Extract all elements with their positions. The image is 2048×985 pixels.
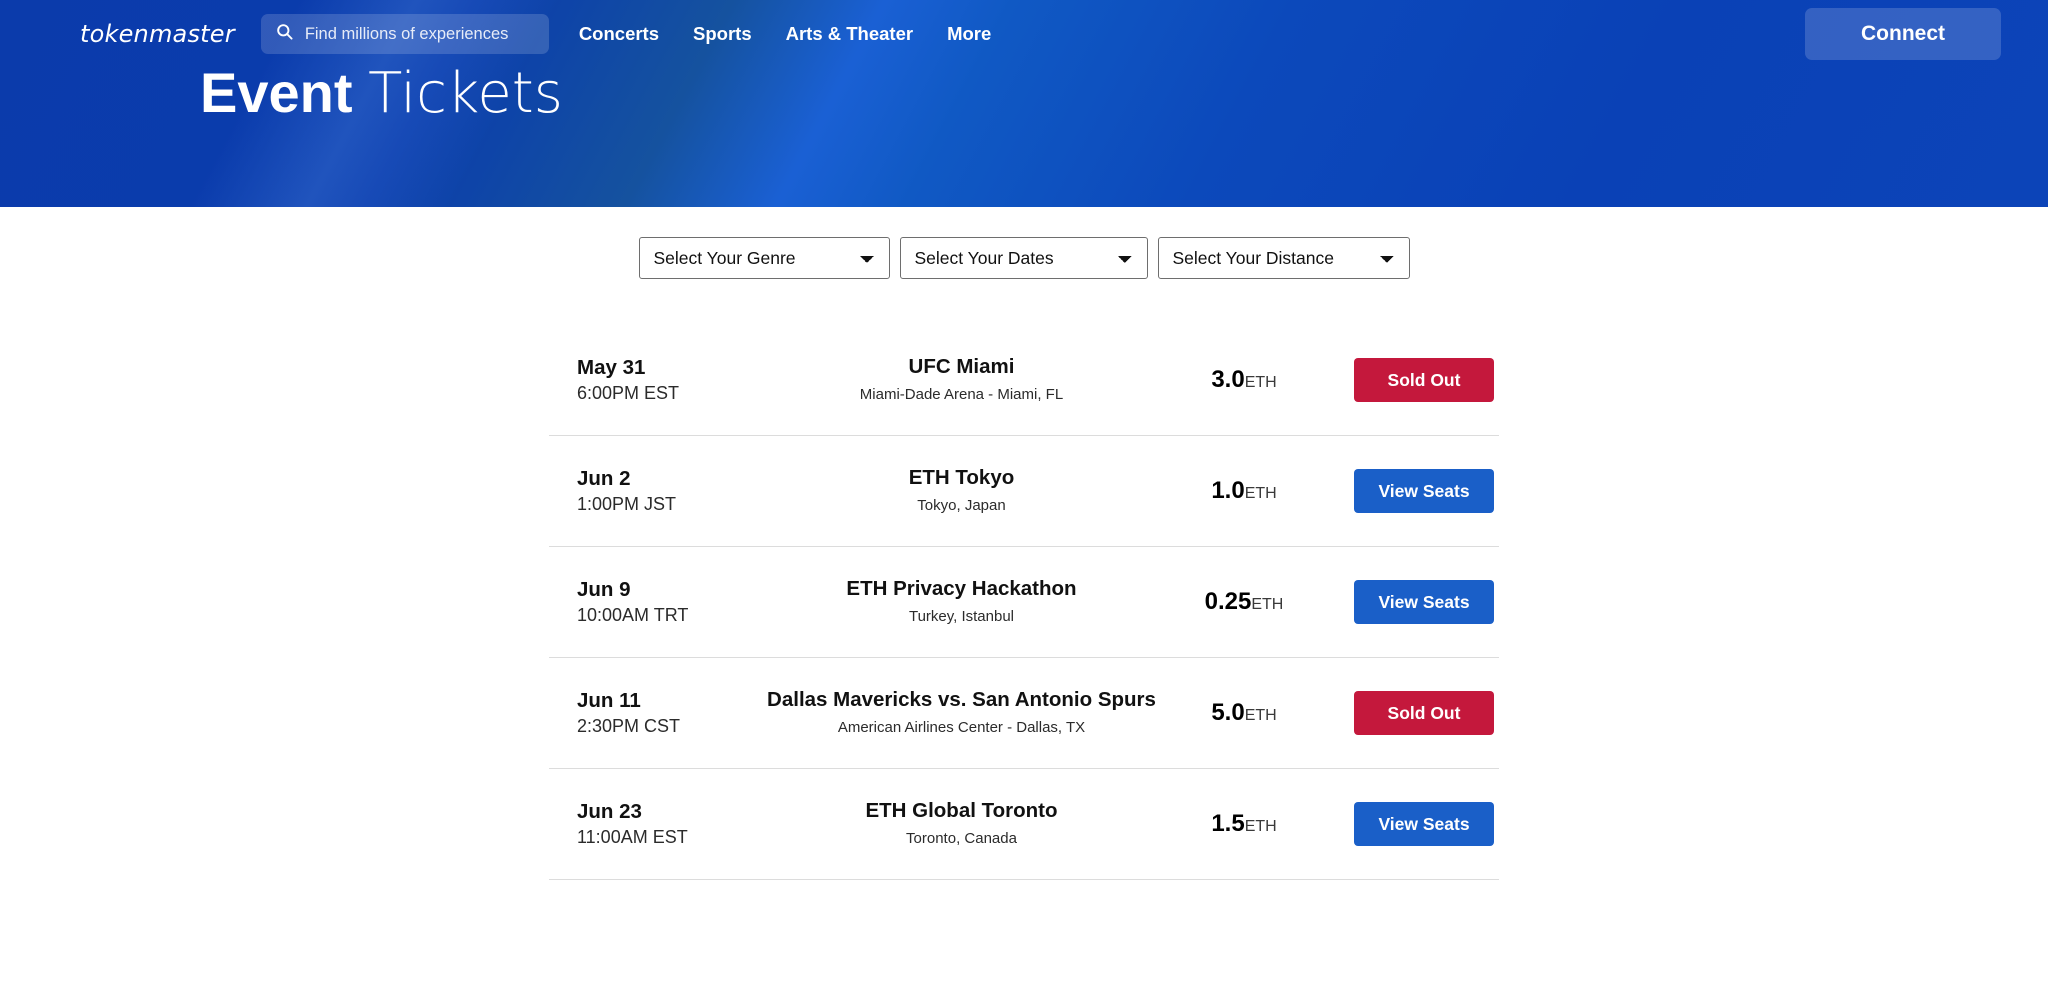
event-info-cell: ETH Global Toronto Toronto, Canada [759,798,1164,849]
event-date: Jun 9 [577,577,631,601]
event-price-cell: 3.0ETH [1164,366,1324,394]
event-price-currency: ETH [1244,818,1277,835]
nav-link-concerts[interactable]: Concerts [579,23,659,45]
event-date-cell: Jun 23 11:00AM EST [549,799,759,850]
search-placeholder-text: Find millions of experiences [304,24,509,43]
page-title-light: Tickets [368,61,563,126]
event-name: ETH Global Toronto [865,799,1058,823]
event-info-cell: UFC Miami Miami-Dade Arena - Miami, FL [759,354,1164,405]
filter-select-genre[interactable]: Select Your Genre [638,237,890,279]
nav-link-more[interactable]: More [947,23,991,45]
event-price-cell: 1.0ETH [1164,477,1324,505]
event-name: ETH Tokyo [908,466,1015,490]
event-date-cell: May 31 6:00PM EST [549,355,759,406]
event-date: Jun 2 [577,466,631,490]
event-price-cell: 0.25ETH [1164,588,1324,616]
brand-logo[interactable]: tokenmaster [80,20,235,48]
connect-wallet-button[interactable]: Connect [1805,8,2001,60]
event-date: Jun 23 [577,799,642,823]
event-price-value: 3.0 [1211,366,1245,393]
sold-out-button[interactable]: Sold Out [1354,358,1494,402]
event-price-value: 0.25 [1204,588,1252,615]
event-action-cell: Sold Out [1324,691,1499,735]
event-time: 10:00AM TRT [577,604,689,625]
event-price-currency: ETH [1251,596,1284,613]
event-price-currency: ETH [1244,485,1277,502]
filter-select-dates[interactable]: Select Your Dates [899,237,1148,279]
filter-bar: Select Your Genre Select Your Dates Sele… [0,237,2048,279]
view-seats-button[interactable]: View Seats [1354,469,1494,513]
page-title-bold: Event [200,61,353,124]
event-date-cell: Jun 2 1:00PM JST [549,466,759,517]
event-info-cell: ETH Tokyo Tokyo, Japan [759,465,1164,516]
primary-nav-links: Concerts Sports Arts & Theater More [579,23,991,45]
view-seats-button[interactable]: View Seats [1354,802,1494,846]
event-action-cell: View Seats [1324,802,1499,846]
event-venue: Tokyo, Japan [917,496,1006,514]
event-action-cell: Sold Out [1324,358,1499,402]
event-row[interactable]: Jun 9 10:00AM TRT ETH Privacy Hackathon … [549,547,1499,658]
event-info-cell: ETH Privacy Hackathon Turkey, Istanbul [759,576,1164,627]
event-venue: Miami-Dade Arena - Miami, FL [859,385,1064,403]
event-date: Jun 11 [577,688,641,712]
event-price-cell: 1.5ETH [1164,810,1324,838]
event-time: 1:00PM JST [577,493,677,514]
event-time: 6:00PM EST [577,382,680,403]
event-date-cell: Jun 11 2:30PM CST [549,688,759,739]
event-action-cell: View Seats [1324,580,1499,624]
event-time: 11:00AM EST [577,826,688,847]
event-price-currency: ETH [1244,374,1277,391]
hero-banner: tokenmaster Find millions of experiences… [0,0,2048,207]
event-time: 2:30PM CST [577,715,681,736]
event-price-currency: ETH [1244,707,1277,724]
search-input[interactable]: Find millions of experiences [260,14,549,54]
event-date: May 31 [577,355,646,379]
event-info-cell: Dallas Mavericks vs. San Antonio Spurs A… [759,687,1164,738]
event-list: May 31 6:00PM EST UFC Miami Miami-Dade A… [549,325,1499,880]
event-venue: Turkey, Istanbul [908,607,1015,625]
event-venue: American Airlines Center - Dallas, TX [837,718,1086,736]
page-title: Event Tickets [200,62,563,125]
event-name: Dallas Mavericks vs. San Antonio Spurs [767,688,1156,712]
event-price-value: 1.5 [1211,810,1245,837]
top-navigation-bar: tokenmaster Find millions of experiences… [0,0,2048,68]
event-row[interactable]: Jun 23 11:00AM EST ETH Global Toronto To… [549,769,1499,880]
nav-link-arts-theater[interactable]: Arts & Theater [786,23,913,45]
event-name: UFC Miami [908,355,1015,379]
event-row[interactable]: May 31 6:00PM EST UFC Miami Miami-Dade A… [549,325,1499,436]
event-venue: Toronto, Canada [906,829,1017,847]
nav-link-sports[interactable]: Sports [693,23,752,45]
sold-out-button[interactable]: Sold Out [1354,691,1494,735]
event-row[interactable]: Jun 11 2:30PM CST Dallas Mavericks vs. S… [549,658,1499,769]
event-action-cell: View Seats [1324,469,1499,513]
filter-select-distance[interactable]: Select Your Distance [1157,237,1410,279]
search-icon [275,22,294,46]
event-row[interactable]: Jun 2 1:00PM JST ETH Tokyo Tokyo, Japan … [549,436,1499,547]
event-price-value: 1.0 [1211,477,1245,504]
view-seats-button[interactable]: View Seats [1354,580,1494,624]
event-date-cell: Jun 9 10:00AM TRT [549,577,759,628]
event-price-value: 5.0 [1211,699,1245,726]
event-name: ETH Privacy Hackathon [846,577,1077,601]
event-price-cell: 5.0ETH [1164,699,1324,727]
